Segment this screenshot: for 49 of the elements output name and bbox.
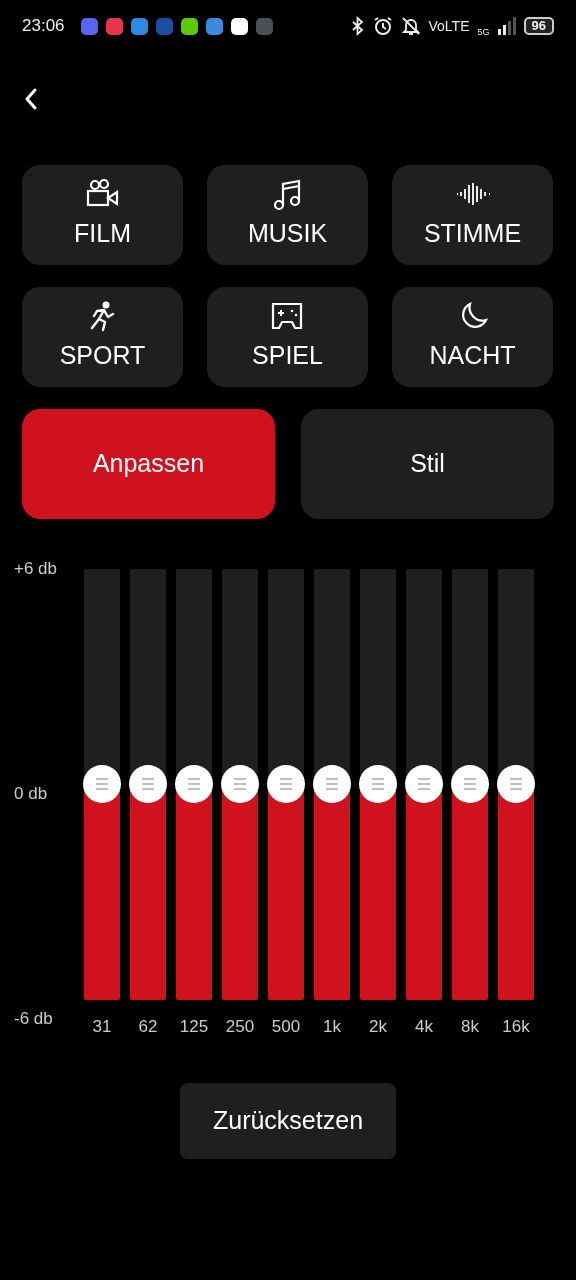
notification-icon — [205, 17, 223, 35]
band-label: 2k — [369, 1015, 387, 1038]
slider-thumb[interactable] — [221, 765, 259, 804]
slider-thumb[interactable] — [129, 765, 167, 804]
band-label: 250 — [225, 1015, 255, 1038]
notification-icon — [255, 17, 273, 35]
notification-icon — [180, 17, 198, 35]
preset-button[interactable]: FILM — [22, 165, 183, 265]
scale-label: 0 db — [14, 783, 48, 806]
network-type: 5G — [477, 26, 490, 40]
notification-icon — [105, 17, 123, 35]
scale-label: -6 db — [14, 1008, 53, 1031]
notification-icon — [230, 17, 248, 35]
slider-thumb[interactable] — [359, 765, 397, 804]
notification-icon — [155, 17, 173, 35]
preset-button[interactable]: NACHT — [392, 287, 553, 387]
slider-thumb[interactable] — [83, 765, 121, 804]
slider-thumb[interactable] — [267, 765, 305, 804]
band-label: 500 — [271, 1015, 301, 1038]
signal-icon — [497, 17, 516, 35]
bell-off-icon — [400, 16, 421, 36]
band-label: 125 — [179, 1015, 209, 1038]
alarm-icon — [372, 16, 393, 36]
preset-button[interactable]: SPIEL — [207, 287, 368, 387]
clock-time: 23:06 — [22, 15, 65, 38]
mode-tab[interactable]: Stil — [301, 409, 554, 519]
back-button[interactable] — [24, 86, 38, 110]
band-label: 8k — [461, 1015, 479, 1038]
band-label: 1k — [323, 1015, 341, 1038]
slider-thumb[interactable] — [313, 765, 351, 804]
band-label: 62 — [138, 1015, 158, 1038]
notification-icon — [80, 17, 98, 35]
preset-button[interactable]: SPORT — [22, 287, 183, 387]
preset-button[interactable]: STIMME — [392, 165, 553, 265]
network-label: VoLTE — [428, 16, 470, 36]
band-label: 16k — [502, 1015, 530, 1038]
slider-thumb[interactable] — [451, 765, 489, 804]
preset-button[interactable]: MUSIK — [207, 165, 368, 265]
back-icon — [24, 87, 38, 110]
mode-tab[interactable]: Anpassen — [22, 409, 275, 519]
battery-indicator: 96 — [523, 17, 554, 35]
band-label: 4k — [415, 1015, 433, 1038]
slider-thumb[interactable] — [405, 765, 443, 804]
scale-label: +6 db — [14, 558, 57, 581]
slider-thumb[interactable] — [497, 765, 535, 804]
band-label: 31 — [92, 1015, 112, 1038]
reset-button[interactable]: Zurücksetzen — [180, 1083, 396, 1159]
slider-thumb[interactable] — [175, 765, 213, 804]
notification-icon — [130, 17, 148, 35]
